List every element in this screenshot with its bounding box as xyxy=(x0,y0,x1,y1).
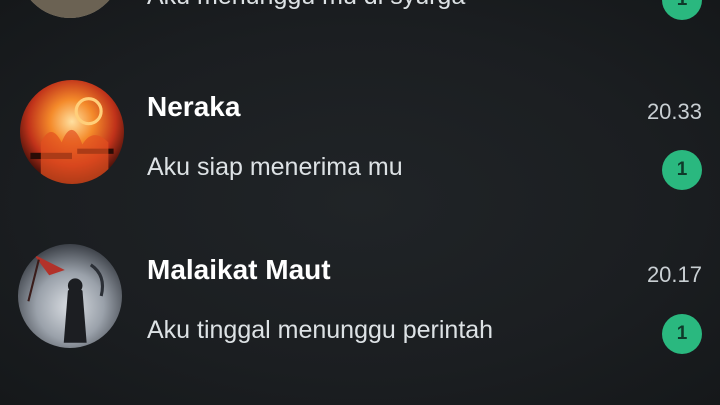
chat-message: Aku siap menerima mu xyxy=(147,153,403,181)
unread-badge: 1 xyxy=(662,314,702,354)
avatar-image xyxy=(20,80,124,184)
avatar xyxy=(18,0,122,18)
chat-time: 20.17 xyxy=(646,262,702,287)
chat-name: Malaikat Maut xyxy=(147,254,331,285)
unread-badge: 1 xyxy=(662,150,702,190)
chat-list: Aku menunggu mu di syurga 1 xyxy=(0,0,720,405)
unread-badge: 1 xyxy=(662,0,702,20)
chat-message: Aku menunggu mu di syurga xyxy=(147,0,465,11)
avatar-image xyxy=(18,244,122,348)
chat-name: Neraka xyxy=(147,91,241,122)
avatar-image xyxy=(18,0,122,18)
chat-row-syurga[interactable]: Aku menunggu mu di syurga 1 xyxy=(0,0,720,40)
chat-time: 20.33 xyxy=(646,99,702,124)
avatar xyxy=(18,244,122,348)
chat-row-malaikat-maut[interactable]: Malaikat Maut 20.17 Aku tinggal menunggu… xyxy=(0,244,720,364)
chat-row-neraka[interactable]: Neraka 20.33 Aku siap menerima mu 1 xyxy=(0,80,720,200)
chat-message: Aku tinggal menunggu perintah xyxy=(147,316,494,344)
avatar xyxy=(20,80,124,184)
